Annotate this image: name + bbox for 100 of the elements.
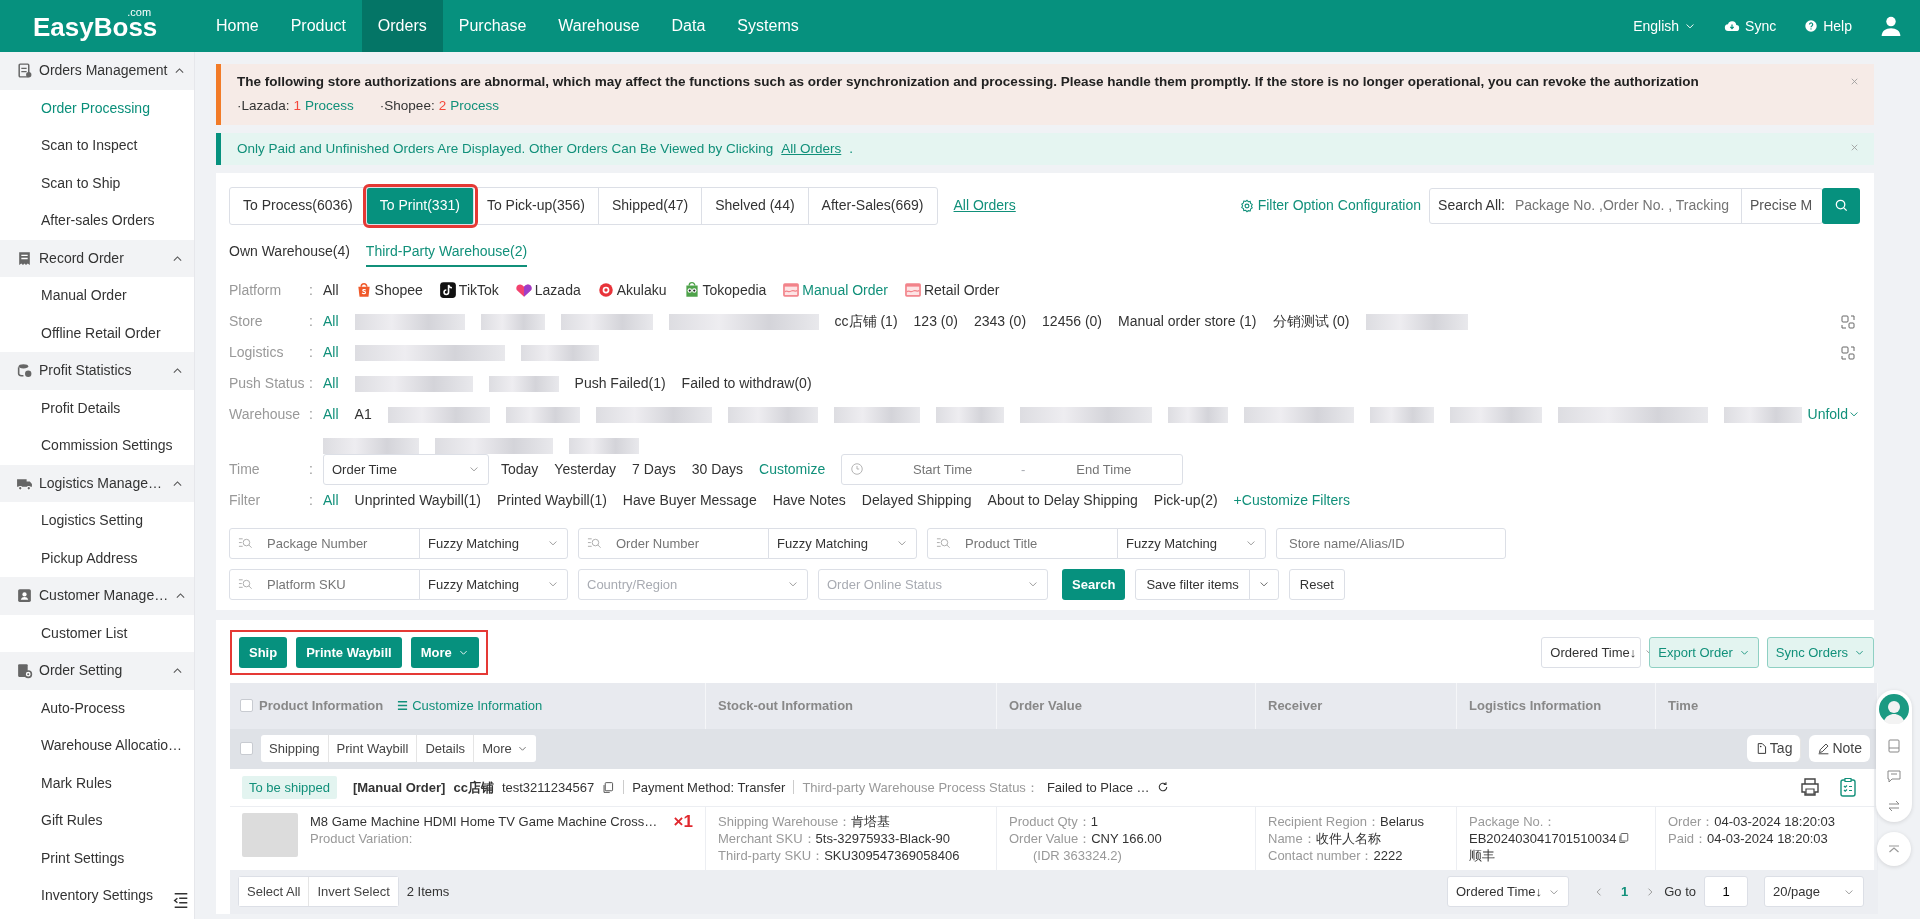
sort-select[interactable]: Ordered Time↓ [1446, 876, 1569, 908]
sidebar-item[interactable]: Customer List [0, 614, 194, 652]
export-dropdown-button[interactable]: Sync Orders [1766, 636, 1874, 668]
time-preset[interactable]: Customize [759, 453, 826, 485]
search-input[interactable]: Package Number [265, 532, 411, 554]
search-input[interactable]: Order Number [614, 532, 760, 554]
search-field[interactable]: Package Number [229, 527, 420, 559]
nav-tab[interactable]: Orders [361, 0, 443, 52]
sidebar-item[interactable]: Auto-Process [0, 689, 194, 727]
nav-tab[interactable]: Home [200, 0, 275, 52]
save-filter-button[interactable]: Save filter items [1135, 568, 1250, 600]
filter-option[interactable]: Delayed Shipping [861, 484, 972, 516]
filter-option[interactable]: Push Failed(1) [574, 367, 666, 399]
warehouse-tab[interactable]: Third-Party Warehouse(2) [365, 240, 528, 267]
text-field[interactable]: Store name/Alias/ID [1276, 527, 1506, 559]
global-search-field[interactable]: Search All: Package No. ,Order No. , Tracking [1430, 188, 1742, 223]
filter-option[interactable]: 分销测试 (0) [1272, 305, 1350, 337]
unfold-link[interactable]: Unfold [1807, 398, 1860, 430]
sidebar-item[interactable]: Scan to Inspect [0, 127, 194, 165]
sidebar-item[interactable]: Order Processing [0, 89, 194, 127]
search-input[interactable]: Platform SKU [265, 573, 411, 595]
filter-option[interactable]: 12456 (0) [1042, 305, 1102, 337]
action-button[interactable]: More [410, 636, 479, 668]
filter-option[interactable]: Have Buyer Message [622, 484, 757, 516]
select-all-button[interactable]: Select All [239, 877, 310, 907]
row-action-button[interactable]: More [474, 735, 536, 763]
filter-option[interactable]: Akulaku [596, 274, 667, 306]
filter-option[interactable]: TikTok [438, 274, 499, 306]
filter-config-link[interactable]: Filter Option Configuration [1239, 195, 1422, 217]
text-input[interactable]: Store name/Alias/ID [1287, 532, 1495, 554]
sidebar-item[interactable]: Offline Retail Order [0, 314, 194, 352]
nav-tab[interactable]: Purchase [442, 0, 543, 52]
export-dropdown-button[interactable]: Export Order [1649, 636, 1759, 668]
search-field[interactable]: Platform SKU [229, 568, 420, 600]
status-tab[interactable]: Shelved (44) [702, 187, 809, 224]
sidebar-item[interactable]: Logistics Setting [0, 502, 194, 540]
time-preset[interactable]: Today [501, 453, 539, 485]
filter-option[interactable]: 2343 (0) [973, 305, 1027, 337]
help-button[interactable]: Help [1804, 15, 1852, 37]
filter-option[interactable]: Have Notes [772, 484, 846, 516]
filter-option[interactable]: Unprinted Waybill(1) [354, 484, 481, 516]
nav-tab[interactable]: Product [274, 0, 362, 52]
filter-option[interactable]: Shopee [354, 274, 423, 306]
status-tab[interactable]: To Pick-up(356) [473, 187, 599, 224]
filter-option[interactable]: Lazada [514, 274, 581, 306]
filter-option[interactable]: Retail Order [903, 274, 1000, 306]
filter-option[interactable]: Failed to withdraw(0) [681, 367, 812, 399]
match-mode-select[interactable]: Fuzzy Matching [419, 527, 568, 559]
sidebar-item[interactable]: Inventory Settings [0, 877, 194, 915]
time-preset[interactable]: 7 Days [632, 453, 676, 485]
search-input[interactable]: Product Title [963, 532, 1109, 554]
sidebar-item[interactable]: Mark Rules [0, 764, 194, 802]
filter-option[interactable]: All [323, 305, 339, 337]
match-mode-select[interactable]: Fuzzy Matching [1117, 527, 1266, 559]
filter-option[interactable]: 123 (0) [913, 305, 958, 337]
end-time-input[interactable]: End Time [1033, 452, 1175, 486]
sidebar-item[interactable]: Commission Settings [0, 427, 194, 465]
status-tab[interactable]: After-Sales(669) [808, 187, 937, 224]
warehouse-tab[interactable]: Own Warehouse(4) [229, 240, 350, 267]
invert-select-button[interactable]: Invert Select [309, 877, 398, 907]
action-button[interactable]: Printe Waybill [296, 636, 402, 668]
row-action-button[interactable]: Print Waybill [328, 735, 418, 763]
sidebar-item[interactable]: Print Settings [0, 839, 194, 877]
reset-button[interactable]: Reset [1288, 568, 1345, 600]
tag-button[interactable]: Tag [1746, 735, 1802, 763]
sidebar-item[interactable]: Manual Order [0, 277, 194, 315]
time-preset[interactable]: Yesterday [554, 453, 617, 485]
filter-option[interactable]: Tokopedia [682, 274, 767, 306]
sidebar-item[interactable]: Gift Rules [0, 802, 194, 840]
match-mode-select[interactable]: Fuzzy Matching [419, 568, 568, 600]
filter-option[interactable]: cc店铺 (1) [834, 305, 898, 337]
filter-option[interactable]: All [323, 367, 339, 399]
match-mode-select[interactable]: Fuzzy Matching [768, 527, 917, 559]
time-type-select[interactable]: Order Time [323, 453, 489, 485]
sidebar-item[interactable]: Scan to Ship [0, 164, 194, 202]
search-field[interactable]: Order Number [578, 527, 769, 559]
nav-tab[interactable]: Warehouse [542, 0, 656, 52]
status-tab[interactable]: Shipped(47) [598, 187, 703, 224]
filter-option[interactable]: Printed Waybill(1) [496, 484, 607, 516]
process-link[interactable]: Process [305, 96, 354, 117]
action-button[interactable]: Ship [239, 636, 288, 668]
page-size-select[interactable]: 20/page [1764, 876, 1864, 908]
nav-tab[interactable]: Systems [721, 0, 815, 52]
filter-option[interactable]: All [323, 484, 339, 516]
page-input[interactable]: 1 [1704, 876, 1748, 908]
filter-option[interactable]: All [323, 336, 339, 368]
row-action-button[interactable]: Shipping [261, 735, 329, 763]
sidebar-item[interactable]: After-sales Orders [0, 202, 194, 240]
filter-option[interactable]: About to Delay Shipping [987, 484, 1138, 516]
search-button[interactable]: Search [1062, 568, 1126, 600]
all-orders-link[interactable]: All Orders [781, 138, 842, 159]
filter-option[interactable]: All [323, 398, 339, 430]
sync-button[interactable]: Sync [1724, 15, 1777, 37]
note-button[interactable]: Note [1809, 735, 1870, 763]
filter-option[interactable]: Pick-up(2) [1153, 484, 1218, 516]
time-preset[interactable]: 30 Days [691, 453, 744, 485]
filter-option[interactable]: Manual Order [782, 274, 888, 306]
sidebar-item[interactable]: Profit Details [0, 389, 194, 427]
language-dropdown[interactable]: English [1633, 15, 1697, 37]
search-field[interactable]: Product Title [927, 527, 1118, 559]
